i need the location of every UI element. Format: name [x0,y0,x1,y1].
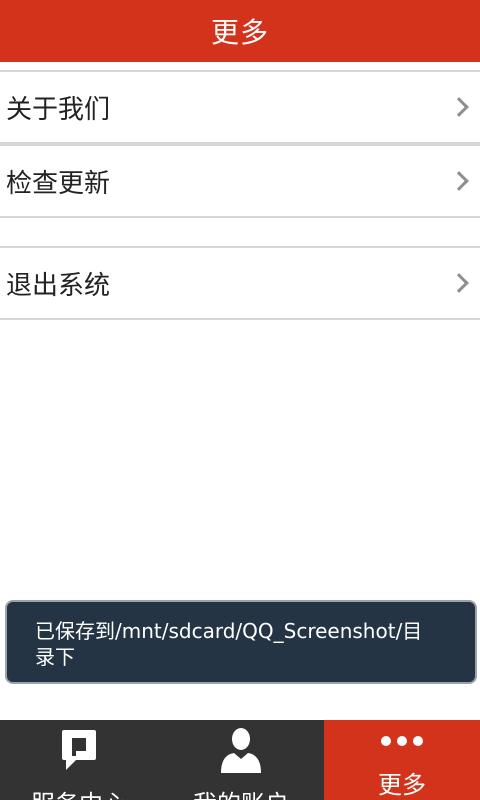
menu-item-logout[interactable]: 退出系统 [0,246,480,320]
menu-item-about-us[interactable]: 关于我们 [0,70,480,144]
toast-text: 已保存到/mnt/sdcard/QQ_Screenshot/目录下 [35,619,423,669]
more-screen: 更多 关于我们 检查更新 退出系统 已保存到/mnt/sdcard/QQ_Scr… [0,0,480,800]
menu-item-label: 关于我们 [6,94,111,125]
toast-message: 已保存到/mnt/sdcard/QQ_Screenshot/目录下 [5,600,477,684]
chevron-right-icon [449,273,469,293]
tab-my-account[interactable]: 我的账户 [158,720,324,800]
menu-item-label: 退出系统 [6,270,111,301]
page-title: 更多 [210,16,269,49]
chevron-right-icon [449,171,469,191]
user-icon [218,728,264,773]
chat-bubble-icon [60,728,98,772]
tab-label: 我的账户 [193,784,289,800]
menu-item-check-update[interactable]: 检查更新 [0,144,480,218]
tab-label: 服务中心 [31,784,127,800]
menu-item-label: 检查更新 [6,168,111,199]
bottom-tab-bar: 服务中心 我的账户 更多 [0,720,480,800]
tab-service-center[interactable]: 服务中心 [0,720,158,800]
header-bar: 更多 [0,0,480,62]
more-dots-icon [380,728,424,753]
tab-more[interactable]: 更多 [324,720,480,800]
chevron-right-icon [449,97,469,117]
tab-label: 更多 [378,771,426,799]
